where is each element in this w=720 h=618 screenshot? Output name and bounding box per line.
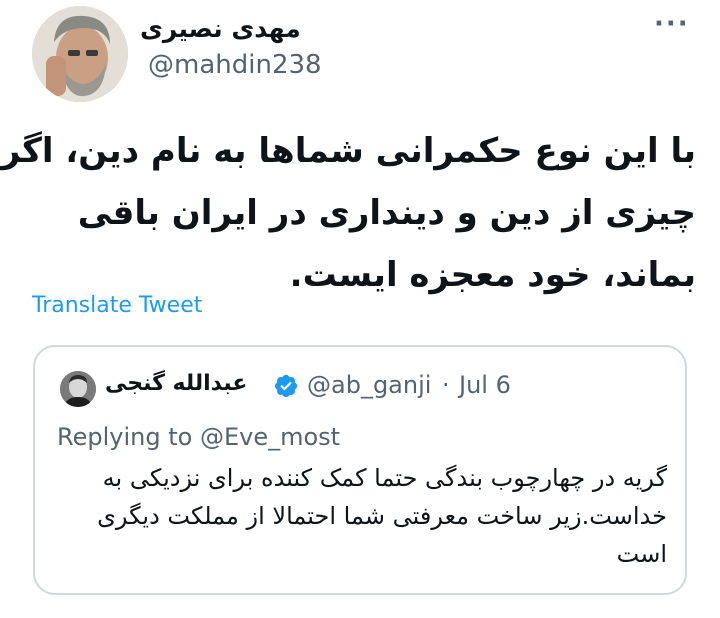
replying-to-mention: @Eve_most xyxy=(199,423,341,451)
more-options-icon[interactable]: ··· xyxy=(654,11,690,37)
quoted-text-line: گریه در چهارچوب بندگی حتما کمک کننده برا… xyxy=(102,464,667,492)
author-avatar[interactable] xyxy=(32,6,128,102)
author-avatar-image xyxy=(32,6,128,102)
quoted-author-name: عبدالله گنجی xyxy=(105,371,248,396)
quoted-author-avatar xyxy=(60,371,96,407)
tweet-text-line: با این نوع حکمرانی شماها به نام دین، اگر xyxy=(0,131,696,171)
replying-to-label: Replying to xyxy=(57,423,193,451)
author-name[interactable]: مهدی نصیری xyxy=(140,14,301,43)
verified-badge-icon xyxy=(274,374,298,398)
author-handle[interactable]: @mahdin238 xyxy=(148,50,322,80)
quoted-avatar-image xyxy=(60,371,96,407)
quoted-tweet-date: Jul 6 xyxy=(459,371,511,399)
quoted-tweet-text: گریه در چهارچوب بندگی حتما کمک کننده برا… xyxy=(55,459,667,573)
quoted-author-handle: @ab_ganji xyxy=(307,371,432,399)
tweet-text: با این نوع حکمرانی شماها به نام دین، اگر… xyxy=(0,120,696,306)
translate-tweet-link[interactable]: Translate Tweet xyxy=(32,293,202,318)
meta-separator: · xyxy=(442,371,450,399)
tweet-text-line: چیزی از دین و دینداری در ایران باقی xyxy=(77,193,696,233)
quoted-text-line: خداست.زیر ساخت معرفتی شما احتمالا از ممل… xyxy=(97,502,667,530)
quoted-tweet[interactable]: عبدالله گنجی @ab_ganji · Jul 6 Replying … xyxy=(33,345,687,595)
replying-to: Replying to @Eve_most xyxy=(57,423,340,451)
tweet-card: مهدی نصیری @mahdin238 ··· با این نوع حکم… xyxy=(0,0,720,618)
quoted-text-line: است xyxy=(616,540,667,568)
